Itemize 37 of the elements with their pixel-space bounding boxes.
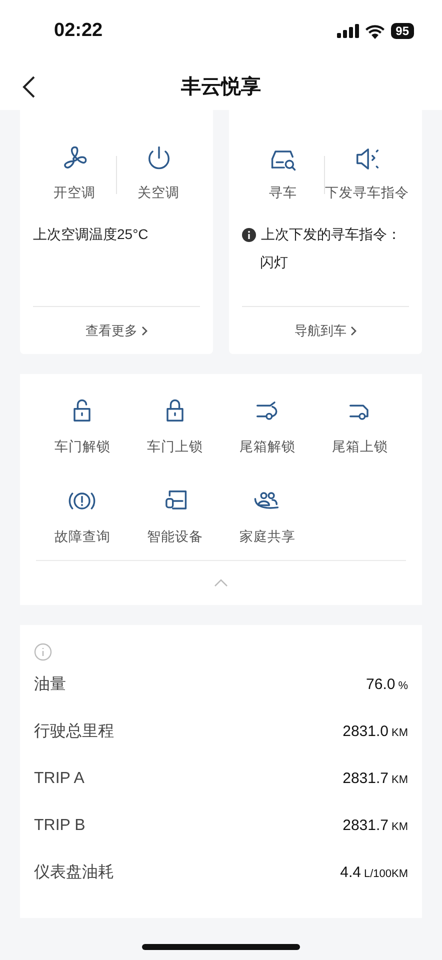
- more-link[interactable]: 导航到车: [294, 322, 356, 340]
- stat-label: 行驶总里程: [34, 722, 114, 742]
- chevron-icon: [140, 326, 148, 336]
- action-button[interactable]: 寻车: [242, 144, 324, 202]
- stat-value: 2831.7 KM: [342, 817, 408, 834]
- action-button[interactable]: 关空调: [117, 144, 200, 202]
- page-title: 丰云悦享: [181, 74, 261, 100]
- chevron-icon: [350, 326, 356, 336]
- signal-icon: [336, 24, 359, 38]
- action-button[interactable]: 下发寻车指令: [325, 144, 409, 202]
- back-icon: [22, 76, 36, 98]
- action-button[interactable]: 开空调: [33, 144, 116, 202]
- note-detail: 闪灯: [259, 254, 289, 272]
- quick-action-button[interactable]: 尾箱上锁: [314, 396, 406, 456]
- stat-value: 2831.7 KM: [342, 770, 408, 787]
- stat-label: 油量: [34, 674, 66, 695]
- status-time: 02:22: [54, 20, 103, 42]
- quick-action-button[interactable]: 家庭共享: [221, 486, 314, 546]
- quick-action-button[interactable]: 尾箱解锁: [221, 396, 314, 456]
- stat-value: 76.0 %: [366, 676, 408, 693]
- stat-value: 4.4 L/100KM: [340, 864, 408, 881]
- collapse-icon: [214, 579, 228, 587]
- stat-label: TRIP A: [34, 770, 84, 788]
- more-link[interactable]: 查看更多: [86, 322, 148, 340]
- stat-label: 仪表盘油耗: [34, 862, 114, 883]
- stat-value: 2831.0 KM: [342, 723, 408, 740]
- quick-action-button[interactable]: 故障查询: [36, 486, 128, 546]
- wifi-icon: [364, 24, 385, 38]
- note-text: 上次空调温度25°C: [33, 226, 148, 244]
- battery-indicator: 95: [390, 23, 414, 39]
- info-icon: [242, 228, 256, 242]
- quick-action-button[interactable]: 车门解锁: [36, 396, 128, 456]
- stat-label: TRIP B: [34, 816, 86, 834]
- quick-action-button[interactable]: 智能设备: [128, 486, 221, 546]
- quick-action-button[interactable]: 车门上锁: [128, 396, 221, 456]
- note-text: 上次下发的寻车指令：: [261, 226, 401, 244]
- info-icon[interactable]: [34, 643, 52, 661]
